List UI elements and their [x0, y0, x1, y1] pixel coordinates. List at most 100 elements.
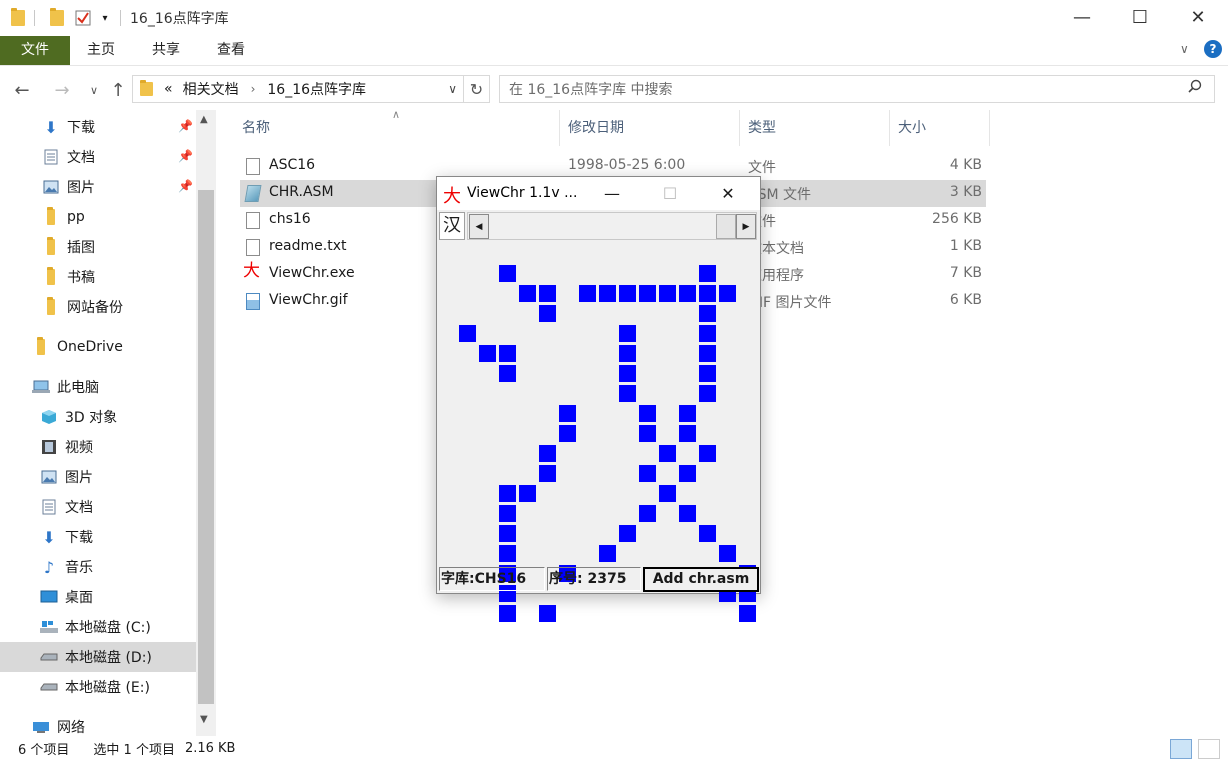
video-icon: [40, 439, 58, 455]
divider: [34, 10, 35, 26]
bitmap-pixel: [619, 345, 636, 362]
nav-item-downloads[interactable]: ⬇ 下载 📌: [0, 112, 196, 142]
scroll-up-icon[interactable]: ▲: [200, 114, 208, 125]
bitmap-pixel: [719, 285, 736, 302]
bitmap-pixel: [679, 285, 696, 302]
nav-label: 图片: [65, 470, 93, 486]
divider: [120, 10, 121, 26]
nav-item-videos[interactable]: 视频: [0, 432, 196, 462]
nav-item-website-backup[interactable]: 网站备份: [0, 292, 196, 322]
breadcrumb-related-docs[interactable]: 相关文档: [183, 79, 239, 99]
nav-label: 本地磁盘 (C:): [65, 620, 151, 636]
scroll-down-icon[interactable]: ▼: [200, 714, 208, 725]
scroll-right-icon[interactable]: ▶: [736, 214, 756, 239]
nav-label: 下载: [65, 530, 93, 546]
nav-item-drive-c[interactable]: 本地磁盘 (C:): [0, 612, 196, 642]
bitmap-pixel: [619, 325, 636, 342]
details-view-icon[interactable]: [1170, 739, 1192, 759]
nav-item-downloads-pc[interactable]: ⬇ 下载: [0, 522, 196, 552]
nav-item-pictures-pc[interactable]: 图片: [0, 462, 196, 492]
recent-locations-icon[interactable]: ∨: [82, 78, 106, 102]
checkmark-icon[interactable]: [74, 8, 92, 28]
nav-item-illustrations[interactable]: 插图: [0, 232, 196, 262]
nav-item-pictures[interactable]: 图片 📌: [0, 172, 196, 202]
tab-view[interactable]: 查看: [200, 36, 262, 65]
nav-item-manuscripts[interactable]: 书稿: [0, 262, 196, 292]
properties-icon[interactable]: [48, 8, 66, 28]
nav-item-3d-objects[interactable]: 3D 对象: [0, 402, 196, 432]
refresh-button[interactable]: ↻: [464, 75, 490, 103]
bitmap-pixel: [499, 605, 516, 622]
nav-item-documents[interactable]: 文档 📌: [0, 142, 196, 172]
file-icon: [246, 158, 260, 175]
file-name: ViewChr.gif: [269, 292, 348, 308]
nav-item-pp[interactable]: pp: [0, 202, 196, 232]
scroll-left-icon[interactable]: ◀: [469, 214, 489, 239]
file-type: 文件: [748, 160, 776, 176]
bitmap-pixel: [659, 285, 676, 302]
column-size[interactable]: 大小: [890, 110, 990, 146]
nav-item-drive-e[interactable]: 本地磁盘 (E:): [0, 672, 196, 702]
address-bar[interactable]: « 相关文档 › 16_16点阵字库 ∨: [132, 75, 464, 103]
file-size: 3 KB: [949, 184, 982, 200]
nav-item-onedrive[interactable]: OneDrive: [0, 332, 196, 362]
viewchr-app-icon: 大: [443, 186, 461, 207]
nav-item-this-pc[interactable]: 此电脑: [0, 372, 196, 402]
tab-file[interactable]: 文件: [0, 36, 70, 65]
ribbon-expand-icon[interactable]: ∨: [1180, 42, 1189, 56]
viewchr-minimize-button[interactable]: —: [589, 177, 635, 210]
scroll-thumb[interactable]: [716, 214, 736, 239]
column-type[interactable]: 类型: [740, 110, 890, 146]
bitmap-pixel: [599, 285, 616, 302]
nav-scrollbar[interactable]: ▲ ▼: [196, 110, 216, 736]
forward-icon[interactable]: →: [50, 78, 74, 102]
up-icon[interactable]: ↑: [106, 78, 130, 102]
file-size: 6 KB: [949, 292, 982, 308]
nav-item-documents-pc[interactable]: 文档: [0, 492, 196, 522]
viewchr-close-button[interactable]: ✕: [705, 177, 751, 210]
picture-icon: [42, 179, 60, 195]
nav-item-drive-d[interactable]: 本地磁盘 (D:): [0, 642, 196, 672]
bitmap-pixel: [679, 465, 696, 482]
bitmap-pixel: [639, 465, 656, 482]
bitmap-pixel: [699, 305, 716, 322]
music-icon: ♪: [43, 557, 55, 577]
address-dropdown-icon[interactable]: ∨: [448, 82, 457, 96]
minimize-button[interactable]: —: [1052, 0, 1112, 34]
breadcrumb-current[interactable]: 16_16点阵字库: [267, 79, 366, 99]
quick-access-dropdown-icon[interactable]: ▾: [98, 8, 112, 28]
pin-icon[interactable]: 📌: [178, 179, 193, 193]
close-button[interactable]: ✕: [1168, 0, 1228, 34]
pin-icon[interactable]: 📌: [178, 119, 193, 133]
maximize-button[interactable]: ☐: [1110, 0, 1170, 34]
char-index-scrollbar[interactable]: ◀ ▶: [467, 212, 757, 240]
nav-label: 本地磁盘 (D:): [65, 650, 152, 666]
item-count: 6 个项目: [18, 742, 70, 758]
selection-size: 2.16 KB: [184, 740, 236, 756]
nav-item-network[interactable]: 网络: [0, 712, 196, 736]
nav-item-desktop[interactable]: 桌面: [0, 582, 196, 612]
column-name[interactable]: 名称: [234, 110, 560, 146]
back-icon[interactable]: ←: [10, 78, 34, 102]
nav-label: 文档: [67, 150, 95, 166]
bitmap-pixel: [659, 485, 676, 502]
file-size: 256 KB: [932, 211, 982, 227]
column-date[interactable]: 修改日期: [560, 110, 740, 146]
nav-item-music[interactable]: ♪ 音乐: [0, 552, 196, 582]
bitmap-pixel: [459, 325, 476, 342]
large-icons-view-icon[interactable]: [1198, 739, 1220, 759]
add-chr-asm-button[interactable]: Add chr.asm: [643, 567, 759, 592]
bitmap-pixel: [679, 405, 696, 422]
search-input[interactable]: 在 16_16点阵字库 中搜索: [499, 75, 1215, 103]
tab-share[interactable]: 共享: [135, 36, 197, 65]
breadcrumb-separator-icon[interactable]: ›: [251, 82, 256, 96]
search-icon[interactable]: [1188, 79, 1202, 97]
tab-home[interactable]: 主页: [70, 36, 132, 65]
navigation-pane: ⬇ 下载 📌 文档 📌 图片 📌 pp 插图 书稿 网站备份 OneDrive …: [0, 110, 216, 736]
pin-icon[interactable]: 📌: [178, 149, 193, 163]
breadcrumb-prefix[interactable]: «: [164, 81, 173, 97]
picture-icon: [40, 469, 58, 485]
nav-scroll-thumb[interactable]: [198, 190, 214, 704]
help-icon[interactable]: ?: [1204, 40, 1222, 58]
viewchr-title: ViewChr 1.1v ...: [467, 185, 578, 201]
